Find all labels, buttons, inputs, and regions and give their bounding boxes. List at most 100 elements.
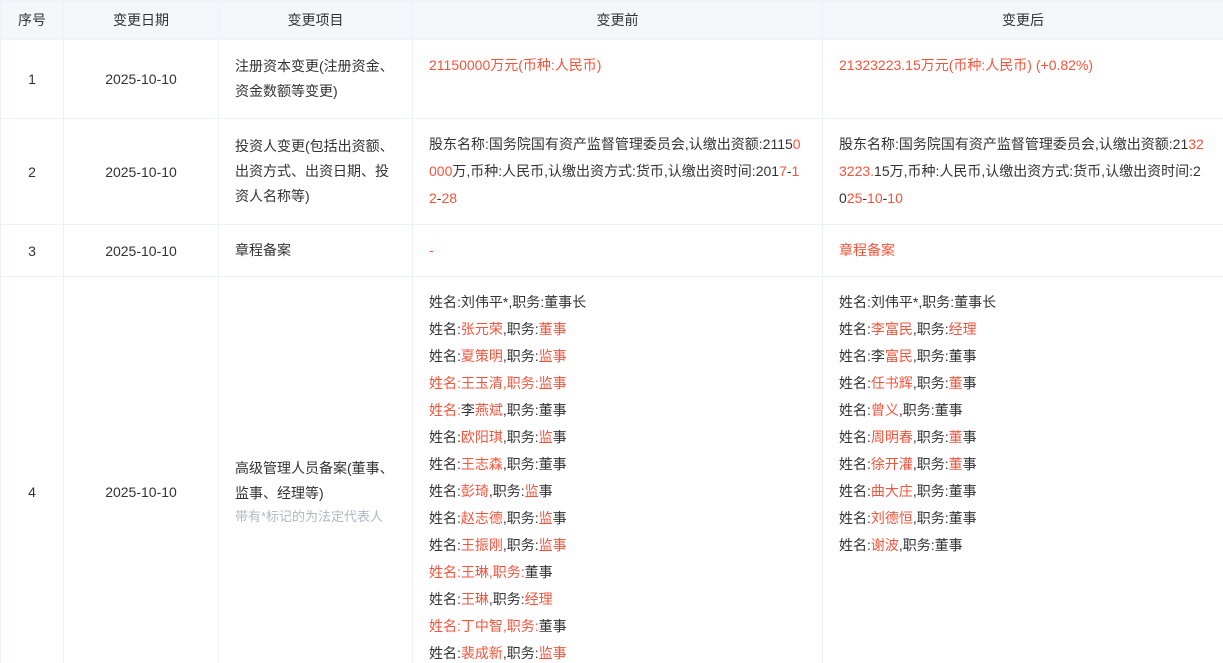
diff-segment: ,职务:: [503, 429, 539, 445]
text-line: 章程备案: [839, 237, 1207, 264]
date-cell: 2025-10-10: [64, 119, 219, 225]
date-cell: 2025-10-10: [64, 225, 219, 277]
date-cell: 2025-10-10: [64, 277, 219, 663]
diff-segment: 姓名:刘伟平*,职务:董事长: [429, 294, 586, 310]
diff-segment: ,职务:: [503, 510, 539, 526]
text-line: 姓名:李富民,职务:经理: [839, 316, 1207, 343]
seq-cell: 1: [1, 40, 64, 119]
diff-segment: ,职务:: [913, 375, 949, 391]
after-cell: 姓名:刘伟平*,职务:董事长姓名:李富民,职务:经理姓名:李富民,职务:董事姓名…: [823, 277, 1223, 663]
text-line: 姓名:谢波,职务:董事: [839, 532, 1207, 559]
text-line: 股东名称:国务院国有资产监督管理委员会,认缴出资额:21150000万,币种:人…: [429, 131, 806, 212]
table-row: 32025-10-10 章程备案 - 章程备案: [1, 225, 1223, 277]
diff-segment: 姓名:王玉清,职务:监事: [429, 375, 567, 391]
text-line: 姓名:曾义,职务:董事: [839, 397, 1207, 424]
diff-segment: 董: [949, 429, 963, 445]
diff-segment: 姓名:: [839, 537, 871, 553]
diff-segment: 7: [779, 163, 787, 179]
diff-segment: 谢波: [871, 537, 899, 553]
text-line: 姓名:夏策明,职务:监事: [429, 343, 806, 370]
seq-cell: 4: [1, 277, 64, 663]
diff-segment: 姓名:李: [839, 348, 885, 364]
item-label: 章程备案: [235, 238, 396, 263]
header-change-date: 变更日期: [64, 1, 219, 40]
text-line: 姓名:丁中智,职务:董事: [429, 613, 806, 640]
diff-segment: 裴成新: [461, 645, 503, 661]
diff-segment: ,职务:: [913, 456, 949, 472]
diff-segment: ,职务:: [913, 321, 949, 337]
diff-segment: 姓名:: [839, 402, 871, 418]
changes-table-body: 12025-10-10注册资本变更(注册资金、资金数额等变更)21150000万…: [1, 40, 1223, 663]
diff-segment: 25: [847, 190, 863, 206]
diff-segment: 刘德恒: [871, 510, 913, 526]
diff-segment: 姓名:: [429, 348, 461, 364]
diff-segment: 董: [949, 456, 963, 472]
diff-segment: 21323223.15万元(币种:人民币) (+0.82%): [839, 57, 1093, 73]
item-label: 注册资本变更(注册资金、资金数额等变更): [235, 54, 396, 104]
diff-segment: 董事: [525, 564, 553, 580]
diff-segment: 21150000万元(币种:人民币): [429, 57, 601, 73]
diff-segment: 李富民: [871, 321, 913, 337]
diff-segment: 经理: [525, 591, 553, 607]
after-cell: 股东名称:国务院国有资产监督管理委员会,认缴出资额:21323223.15万,币…: [823, 119, 1223, 225]
diff-segment: 姓名:: [429, 483, 461, 499]
item-cell: 章程备案: [219, 225, 413, 277]
diff-segment: ,职务:: [503, 348, 539, 364]
diff-segment: 姓名:王琳,职务:: [429, 564, 525, 580]
diff-segment: 监事: [539, 537, 567, 553]
text-line: 姓名:徐开灌,职务:董事: [839, 451, 1207, 478]
text-line: 姓名:欧阳琪,职务:监事: [429, 424, 806, 451]
text-line: 姓名:王振刚,职务:监事: [429, 532, 806, 559]
diff-segment: 监事: [539, 348, 567, 364]
diff-segment: ,职务:董事: [913, 510, 977, 526]
diff-segment: 万,币种:人民币,认缴出资方式:货币,认缴出资时间:201: [452, 163, 779, 179]
diff-segment: 董: [949, 375, 963, 391]
text-line: -: [429, 237, 806, 264]
diff-segment: 任书辉: [871, 375, 913, 391]
diff-segment: ,职务:董事: [913, 483, 977, 499]
diff-segment: 姓名:: [839, 375, 871, 391]
diff-segment: ,职务:: [489, 483, 525, 499]
seq-cell: 2: [1, 119, 64, 225]
text-line: 姓名:李富民,职务:董事: [839, 343, 1207, 370]
text-line: 姓名:裴成新,职务:监事: [429, 640, 806, 663]
diff-segment: 28: [441, 190, 457, 206]
diff-segment: 欧阳琪: [461, 429, 503, 445]
item-cell: 注册资本变更(注册资金、资金数额等变更): [219, 40, 413, 119]
header-seq: 序号: [1, 1, 64, 40]
after-cell: 章程备案: [823, 225, 1223, 277]
diff-segment: 姓名:: [429, 402, 461, 418]
header-change-item: 变更项目: [219, 1, 413, 40]
diff-segment: 姓名:: [429, 321, 461, 337]
diff-segment: 赵志德: [461, 510, 503, 526]
before-cell: -: [413, 225, 823, 277]
diff-segment: 李: [461, 402, 475, 418]
diff-segment: ,职务:: [503, 321, 539, 337]
diff-segment: 董事: [539, 321, 567, 337]
diff-segment: 10: [887, 190, 903, 206]
diff-segment: 10: [867, 190, 883, 206]
diff-segment: 富民: [885, 348, 913, 364]
date-cell: 2025-10-10: [64, 40, 219, 119]
item-cell: 高级管理人员备案(董事、监事、经理等)带有*标记的为法定代表人: [219, 277, 413, 663]
before-cell: 21150000万元(币种:人民币): [413, 40, 823, 119]
item-label: 投资人变更(包括出资额、出资方式、出资日期、投资人名称等): [235, 134, 396, 209]
diff-segment: 事: [963, 375, 977, 391]
diff-segment: 张元荣: [461, 321, 503, 337]
diff-segment: 夏策明: [461, 348, 503, 364]
diff-segment: 王志森: [461, 456, 503, 472]
diff-segment: ,职务:董事: [503, 456, 567, 472]
text-line: 姓名:王玉清,职务:监事: [429, 370, 806, 397]
diff-segment: 姓名:: [429, 537, 461, 553]
diff-segment: 姓名:: [429, 429, 461, 445]
table-row: 22025-10-10投资人变更(包括出资额、出资方式、出资日期、投资人名称等)…: [1, 119, 1223, 225]
diff-segment: 监: [525, 483, 539, 499]
diff-segment: 事: [963, 429, 977, 445]
item-label: 高级管理人员备案(董事、监事、经理等): [235, 456, 396, 506]
diff-segment: 姓名:: [839, 510, 871, 526]
seq-cell: 3: [1, 225, 64, 277]
text-line: 姓名:任书辉,职务:董事: [839, 370, 1207, 397]
diff-segment: ,职务:: [489, 591, 525, 607]
table-row: 42025-10-10高级管理人员备案(董事、监事、经理等)带有*标记的为法定代…: [1, 277, 1223, 663]
item-note: 带有*标记的为法定代表人: [235, 506, 396, 527]
